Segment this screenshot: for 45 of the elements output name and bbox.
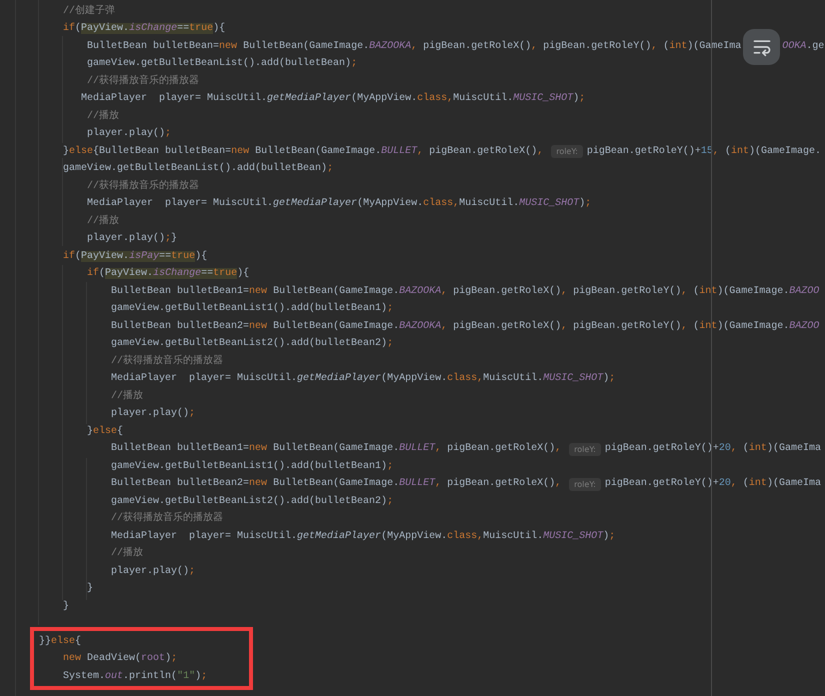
code-line: if(PayView.isPay==true){ (63, 250, 208, 264)
code-line: player.play();} (87, 232, 178, 246)
code-line: //播放 (111, 390, 144, 404)
code-line: } (87, 582, 94, 596)
code-line: }}else{ (39, 634, 82, 649)
code-line: }else{ (87, 424, 124, 439)
code-line: MediaPlayer player= MuiscUtil.getMediaPlayer(MyAppView.class,MuiscUtil.MUSIC_SHOT); (111, 372, 616, 386)
code-line: MediaPlayer player= MuiscUtil.getMediaPlayer(MyAppView.class,MuiscUtil.MUSIC_SHOT); (111, 530, 616, 544)
code-line: //创建子弹 (63, 4, 116, 19)
parameter-hint: roleY: (569, 442, 601, 456)
code-line: BulletBean bulletBean2=new BulletBean(GameImage.BAZOOKA, pigBean.getRoleX(), pigBean.getRoleY(), (int)(GameImage.BAZOO (111, 320, 820, 334)
code-line: }else{BulletBean bulletBean=new BulletBean(GameImage.BULLET, pigBean.getRoleX(), (63, 144, 544, 159)
code-line: pigBean.getRoleY()+20, (int)(GameIma (604, 442, 821, 456)
code-line: gameView.getBulletBeanList1().add(bulletBean1); (111, 302, 394, 316)
code-line: player.play(); (111, 407, 196, 422)
code-line: BulletBean bulletBean1=new BulletBean(GameImage.BAZOOKA, pigBean.getRoleX(), pigBean.getRoleY(), (int)(GameImage.BAZOO (111, 284, 820, 299)
code-line: gameView.getBulletBeanList1().add(bulletBean1); (111, 460, 394, 474)
code-line: new DeadView(root); (63, 652, 178, 666)
code-line: BulletBean bulletBean2=new BulletBean(GameImage.BULLET, pigBean.getRoleX(), (111, 477, 562, 492)
code-line: gameView.getBulletBeanList2().add(bulletBean2); (111, 494, 394, 509)
code-line: OOKA.ge (782, 40, 824, 54)
wrap-text-button[interactable] (743, 28, 780, 65)
code-line: //获得播放音乐的播放器 (87, 180, 200, 194)
code-line: BulletBean bulletBean1=new BulletBean(GameImage.BULLET, pigBean.getRoleX(), (111, 442, 562, 456)
code-line: BulletBean bulletBean=new BulletBean(GameImage.BAZOOKA, pigBean.getRoleX(), pigBean.getRoleY(), (int)(GameIma (87, 40, 742, 54)
code-line: //获得播放音乐的播放器 (87, 74, 200, 89)
parameter-hint: roleY: (569, 478, 601, 491)
code-line: System.out.println("1"); (63, 670, 208, 684)
code-line: if(PayView.isChange==true){ (87, 267, 250, 282)
code-line: pigBean.getRoleY()+20, (int)(GameIma (604, 477, 821, 492)
code-line: MediaPlayer player= MuiscUtil.getMediaPlayer(MyAppView.class,MuiscUtil.MUSIC_SHOT); (81, 92, 586, 106)
code-line: //播放 (111, 547, 144, 562)
code-line: //播放 (87, 110, 120, 124)
code-line: MediaPlayer player= MuiscUtil.getMediaPlayer(MyAppView.class,MuiscUtil.MUSIC_SHOT); (87, 197, 592, 212)
code-line: player.play(); (87, 127, 172, 142)
code-line: gameView.getBulletBeanList2().add(bulletBean2); (111, 337, 394, 352)
code-line: //获得播放音乐的播放器 (111, 512, 224, 526)
code-line: //播放 (87, 214, 120, 229)
code-line: //获得播放音乐的播放器 (111, 354, 224, 369)
code-line: player.play(); (111, 564, 196, 579)
code-line: if(PayView.isChange==true){ (63, 22, 226, 36)
code-line: gameView.getBulletBeanList().add(bulletBean); (87, 57, 358, 72)
code-line: } (63, 600, 70, 614)
parameter-hint: roleY: (551, 145, 583, 158)
code-line: gameView.getBulletBeanList().add(bulletBean); (63, 162, 334, 176)
